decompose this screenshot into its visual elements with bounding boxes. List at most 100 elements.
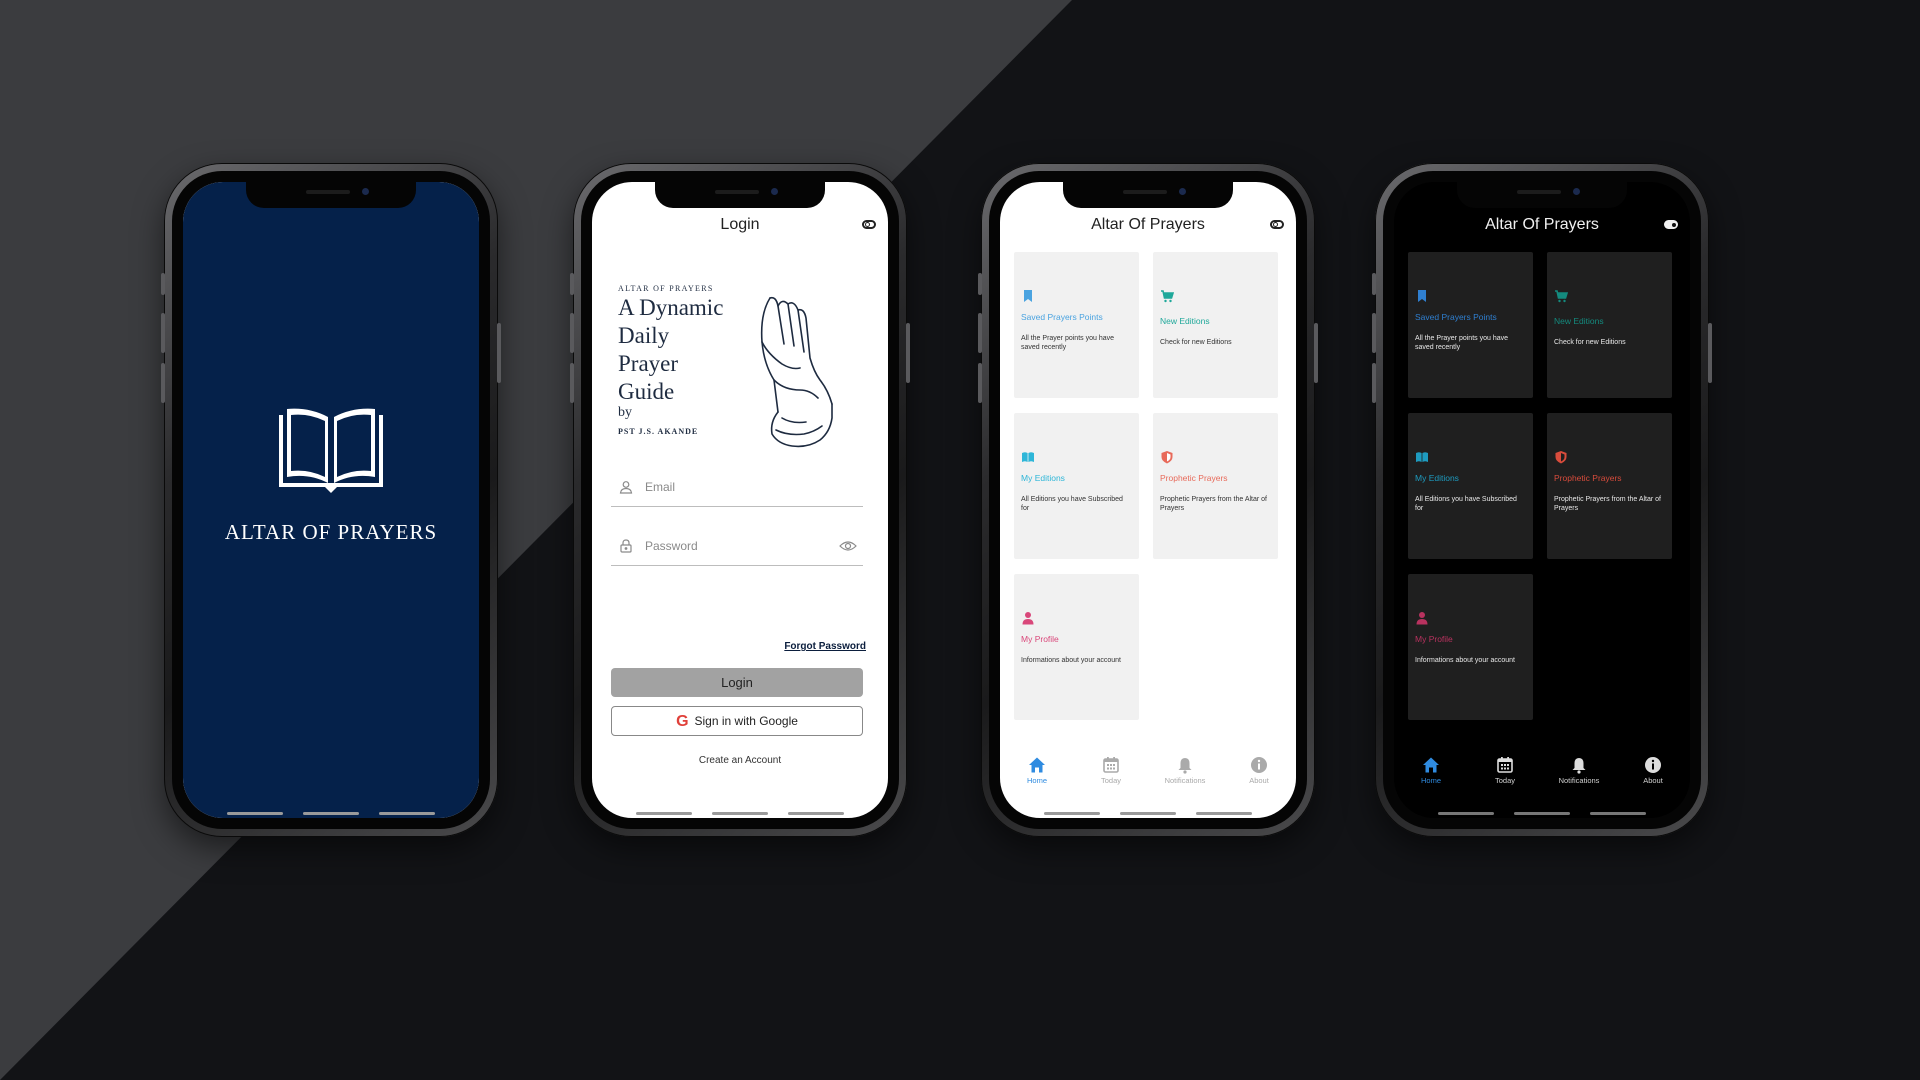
tab-about[interactable]: About — [1616, 756, 1690, 785]
home-screen-light: Altar Of Prayers Saved Prayers Points Al… — [1000, 182, 1296, 818]
page-title: Login — [720, 216, 760, 233]
tab-today[interactable]: Today — [1074, 756, 1148, 785]
open-book-icon — [279, 408, 383, 493]
person-icon — [1416, 612, 1428, 625]
tab-home[interactable]: Home — [1000, 756, 1074, 785]
card-saved-prayers[interactable]: Saved Prayers Points All the Prayer poin… — [1408, 252, 1533, 398]
bookmark-icon — [1024, 290, 1032, 302]
bell-icon — [1572, 758, 1586, 774]
notch — [1063, 182, 1233, 208]
card-new-editions[interactable]: New Editions Check for new Editions — [1547, 252, 1672, 398]
brand-author: PST J.S. AKANDE — [618, 427, 699, 436]
eye-icon[interactable] — [839, 540, 857, 552]
page-title: Altar Of Prayers — [1485, 216, 1599, 233]
brand-by: by — [618, 405, 632, 420]
card-desc: Check for new Editions — [1160, 339, 1232, 346]
home-icon — [1423, 757, 1439, 773]
info-icon — [1251, 757, 1267, 773]
card-desc: All Editions you have Subscribed for — [1021, 496, 1123, 512]
bell-icon — [1178, 758, 1192, 774]
card-my-profile[interactable]: My Profile Informations about your accou… — [1408, 574, 1533, 720]
phone-home-light: Altar Of Prayers Saved Prayers Points Al… — [978, 163, 1318, 837]
card-desc: Prophetic Prayers from the Altar of Pray… — [1554, 496, 1661, 512]
bottom-tab-bar: Home Today Notifications About — [1000, 756, 1296, 804]
card-my-editions[interactable]: My Editions All Editions you have Subscr… — [1014, 413, 1139, 559]
create-account-link[interactable]: Create an Account — [592, 755, 888, 766]
notch — [1457, 182, 1627, 208]
email-field[interactable]: Email — [611, 466, 863, 507]
splash-title: ALTAR OF PRAYERS — [224, 520, 438, 544]
card-title: Saved Prayers Points — [1415, 312, 1497, 322]
google-signin-label: Sign in with Google — [694, 714, 798, 728]
card-title: Prophetic Prayers — [1554, 473, 1622, 483]
tab-notifications[interactable]: Notifications — [1542, 756, 1616, 785]
calendar-icon — [1103, 757, 1119, 773]
cart-icon — [1555, 290, 1568, 303]
card-prophetic-prayers[interactable]: Prophetic Prayers Prophetic Prayers from… — [1547, 413, 1672, 559]
tab-about[interactable]: About — [1222, 756, 1296, 785]
brand-line: Guide — [618, 379, 675, 404]
card-my-profile[interactable]: My Profile Informations about your accou… — [1014, 574, 1139, 720]
book-icon — [1022, 452, 1034, 462]
brand-line: A Dynamic — [618, 295, 724, 320]
card-title: Prophetic Prayers — [1160, 473, 1228, 483]
theme-toggle-icon[interactable] — [1664, 220, 1678, 229]
bottom-tab-bar: Home Today Notifications About — [1394, 756, 1690, 804]
login-button[interactable]: Login — [611, 668, 863, 697]
card-title: My Profile — [1415, 634, 1453, 644]
card-desc: Informations about your account — [1021, 657, 1122, 664]
lock-icon — [620, 539, 632, 553]
bookmark-icon — [1418, 290, 1426, 302]
shield-icon — [1555, 451, 1567, 464]
calendar-icon — [1497, 757, 1513, 773]
notch — [655, 182, 825, 208]
tab-today[interactable]: Today — [1468, 756, 1542, 785]
notch — [246, 182, 416, 208]
tab-home[interactable]: Home — [1394, 756, 1468, 785]
home-screen-dark: Altar Of Prayers Saved Prayers Points Al… — [1394, 182, 1690, 818]
brand-small: ALTAR OF PRAYERS — [618, 284, 714, 293]
page-title: Altar Of Prayers — [1091, 216, 1205, 233]
splash-screen: ALTAR OF PRAYERS — [183, 182, 479, 818]
brand-line: Daily — [618, 323, 670, 348]
brand-block: ALTAR OF PRAYERS A Dynamic Daily Prayer … — [618, 284, 723, 436]
card-new-editions[interactable]: New Editions Check for new Editions — [1153, 252, 1278, 398]
card-my-editions[interactable]: My Editions All Editions you have Subscr… — [1408, 413, 1533, 559]
theme-toggle-icon[interactable] — [862, 220, 876, 229]
password-placeholder: Password — [645, 539, 698, 553]
forgot-password-link[interactable]: Forgot Password — [784, 641, 866, 652]
card-desc: Check for new Editions — [1554, 339, 1626, 346]
card-prophetic-prayers[interactable]: Prophetic Prayers Prophetic Prayers from… — [1153, 413, 1278, 559]
brand-line: Prayer — [618, 351, 679, 376]
praying-hands-icon — [760, 296, 833, 448]
person-icon — [619, 481, 633, 494]
card-title: My Editions — [1021, 473, 1065, 483]
theme-toggle-icon[interactable] — [1270, 220, 1284, 229]
card-title: My Profile — [1021, 634, 1059, 644]
card-desc: All Editions you have Subscribed for — [1415, 496, 1517, 512]
card-saved-prayers[interactable]: Saved Prayers Points All the Prayer poin… — [1014, 252, 1139, 398]
phone-login: Login ALTAR OF PRAYERS A Dynamic Daily P… — [570, 163, 910, 837]
card-desc: Informations about your account — [1415, 657, 1516, 664]
cart-icon — [1161, 290, 1174, 303]
card-title: New Editions — [1554, 316, 1604, 326]
google-icon: G — [676, 713, 689, 730]
email-placeholder: Email — [645, 480, 676, 494]
home-icon — [1029, 757, 1045, 773]
card-title: My Editions — [1415, 473, 1459, 483]
card-title: New Editions — [1160, 316, 1210, 326]
book-icon — [1416, 452, 1428, 462]
phone-home-dark: Altar Of Prayers Saved Prayers Points Al… — [1372, 163, 1712, 837]
card-desc: Prophetic Prayers from the Altar of Pray… — [1160, 496, 1267, 512]
card-desc: All the Prayer points you have saved rec… — [1415, 335, 1508, 351]
info-icon — [1645, 757, 1661, 773]
tab-notifications[interactable]: Notifications — [1148, 756, 1222, 785]
login-screen: Login ALTAR OF PRAYERS A Dynamic Daily P… — [592, 182, 888, 818]
shield-icon — [1161, 451, 1173, 464]
card-desc: All the Prayer points you have saved rec… — [1021, 335, 1114, 351]
person-icon — [1022, 612, 1034, 625]
phone-splash: ALTAR OF PRAYERS — [161, 163, 501, 837]
password-field[interactable]: Password — [611, 525, 863, 566]
card-title: Saved Prayers Points — [1021, 312, 1103, 322]
google-signin-button[interactable]: G Sign in with Google — [611, 706, 863, 736]
